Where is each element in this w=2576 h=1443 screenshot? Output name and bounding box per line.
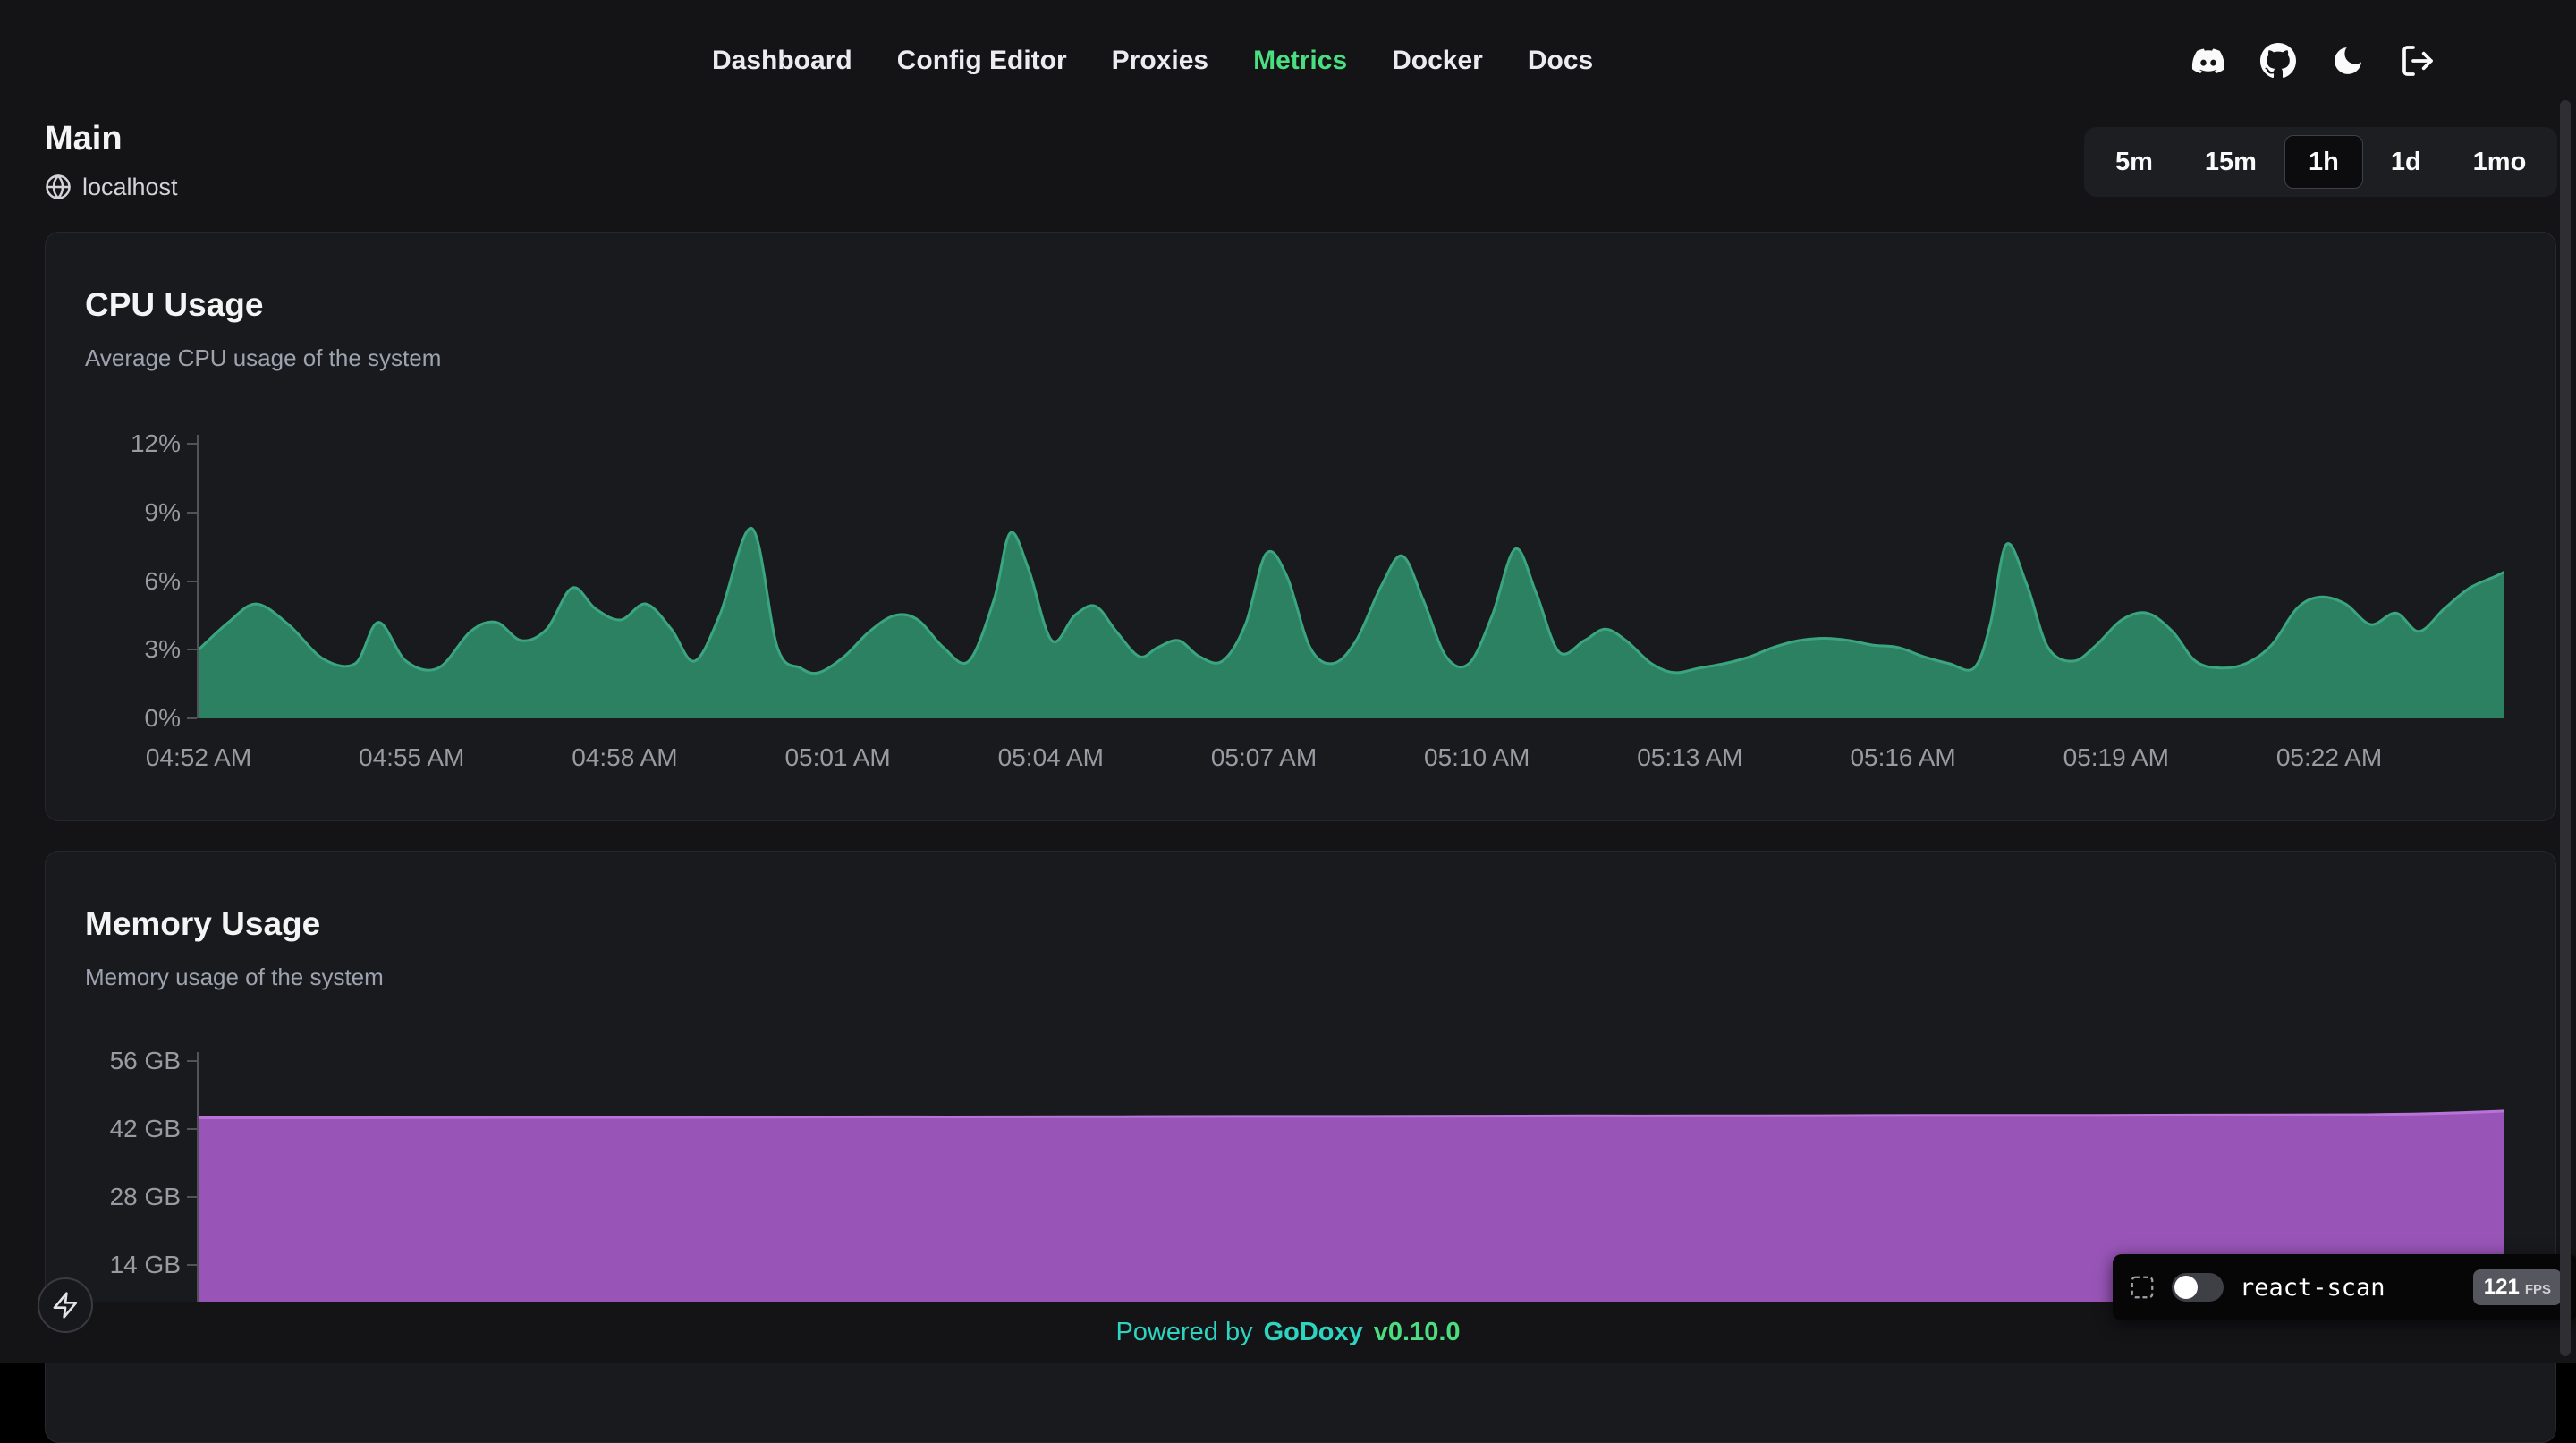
- time-range-15m[interactable]: 15m: [2181, 135, 2281, 189]
- nav-item-proxies[interactable]: Proxies: [1112, 43, 1208, 79]
- fps-unit: FPS: [2525, 1282, 2551, 1297]
- memory-card-subtitle: Memory usage of the system: [85, 963, 384, 991]
- host-label: localhost: [82, 172, 178, 202]
- footer-brand-link[interactable]: GoDoxy: [1264, 1318, 1363, 1347]
- scan-icon[interactable]: [2129, 1274, 2156, 1301]
- time-range-5m[interactable]: 5m: [2091, 135, 2177, 189]
- toggle-knob: [2174, 1276, 2198, 1299]
- host-row: localhost: [45, 172, 178, 202]
- react-scan-label: react-scan: [2240, 1274, 2385, 1302]
- page-title: Main: [45, 118, 123, 159]
- react-scan-toggle[interactable]: [2172, 1273, 2224, 1302]
- react-scan-widget: react-scan 121 FPS: [2113, 1254, 2576, 1320]
- cpu-card-subtitle: Average CPU usage of the system: [85, 344, 441, 372]
- footer-version: v0.10.0: [1374, 1318, 1461, 1347]
- main-nav: Dashboard Config Editor Proxies Metrics Dock…: [712, 43, 1593, 79]
- memory-card-title: Memory Usage: [85, 904, 320, 945]
- zap-icon: [51, 1291, 80, 1320]
- nav-item-docs[interactable]: Docs: [1528, 43, 1593, 79]
- github-icon[interactable]: [2258, 41, 2298, 81]
- dark-mode-icon[interactable]: [2328, 41, 2368, 81]
- scrollbar[interactable]: [2560, 100, 2571, 1356]
- cpu-card-title: CPU Usage: [85, 284, 263, 326]
- nav-item-docker[interactable]: Docker: [1392, 43, 1483, 79]
- lightning-button[interactable]: [38, 1277, 93, 1333]
- time-range-selector: 5m15m1h1d1mo: [2084, 127, 2557, 197]
- nav-item-dashboard[interactable]: Dashboard: [712, 43, 852, 79]
- discord-icon[interactable]: [2189, 41, 2228, 81]
- nav-icons: [2189, 41, 2437, 81]
- time-range-1mo[interactable]: 1mo: [2449, 135, 2551, 189]
- fps-badge: 121 FPS: [2473, 1269, 2562, 1305]
- nav-item-config-editor[interactable]: Config Editor: [897, 43, 1067, 79]
- globe-icon: [45, 174, 72, 200]
- footer-powered-by: Powered by: [1115, 1318, 1252, 1347]
- fps-value: 121: [2484, 1275, 2520, 1300]
- nav-item-metrics[interactable]: Metrics: [1253, 43, 1347, 79]
- cpu-usage-card: CPU Usage Average CPU usage of the syste…: [45, 232, 2556, 821]
- time-range-1d[interactable]: 1d: [2367, 135, 2445, 189]
- logout-icon[interactable]: [2398, 41, 2437, 81]
- time-range-1h[interactable]: 1h: [2284, 135, 2363, 189]
